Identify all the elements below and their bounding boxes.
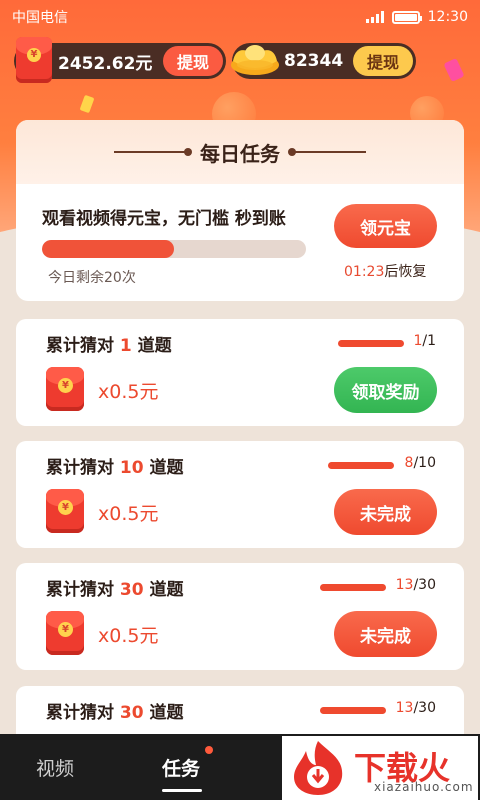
- carrier-name: 中国电信: [12, 10, 68, 26]
- task-card: 累计猜对 1 道题 1/1 ¥ x0.5元 领取奖励: [16, 319, 464, 426]
- task-reward: x0.5元: [98, 381, 159, 403]
- task-title: 累计猜对 30 道题: [46, 698, 184, 723]
- task-total-count: /1: [422, 333, 436, 349]
- task-total-count: /10: [413, 455, 436, 471]
- task-progress-bar: [320, 707, 386, 714]
- cooldown-timer: 01:23后恢复: [344, 261, 426, 281]
- task-title-suffix: 道题: [143, 703, 184, 723]
- task-title-prefix: 累计猜对: [46, 580, 120, 600]
- tab-video[interactable]: 视频: [36, 754, 74, 781]
- flame-logo-icon: [294, 741, 343, 795]
- cash-withdraw-button[interactable]: 提现: [162, 46, 223, 76]
- task-target-number: 10: [119, 458, 144, 478]
- task-title-suffix: 道题: [143, 458, 184, 478]
- task-title: 累计猜对 30 道题: [46, 575, 184, 600]
- task-title: 累计猜对 10 道题: [46, 453, 184, 478]
- task-reward: x0.5元: [98, 503, 159, 525]
- cash-amount: 2452.62元: [58, 53, 153, 74]
- task-progress-bar: [338, 340, 404, 347]
- task-card: 累计猜对 30 道题 13/30 ¥ x0.5元 未完成: [16, 563, 464, 670]
- task-card: 累计猜对 10 道题 8/10 ¥ x0.5元 未完成: [16, 441, 464, 548]
- cooldown-time: 01:23: [344, 264, 385, 280]
- task-target-number: 30: [119, 580, 144, 600]
- task-title-suffix: 道题: [131, 336, 172, 356]
- daily-progress-bar: [42, 240, 306, 258]
- gold-amount: 82344: [284, 51, 344, 71]
- incomplete-button[interactable]: 未完成: [334, 489, 437, 535]
- clock: 12:30: [427, 9, 468, 25]
- red-envelope-icon: ¥: [46, 367, 84, 411]
- daily-remaining-count: 今日剩余20次: [48, 270, 136, 286]
- section-title: 每日任务: [200, 141, 280, 166]
- task-total-count: /30: [413, 577, 436, 593]
- task-done-count: 13: [395, 700, 414, 716]
- daily-task-title: 观看视频得元宝，无门槛 秒到账: [42, 209, 286, 229]
- notification-dot: [205, 746, 213, 754]
- red-envelope-icon: ¥: [46, 611, 84, 655]
- daily-task-header: 每日任务: [16, 120, 464, 184]
- task-target-number: 30: [119, 703, 144, 723]
- task-progress-bar: [320, 584, 386, 591]
- yuan-coin-icon: ¥: [58, 500, 73, 515]
- daily-progress-fill: [42, 240, 174, 258]
- gold-withdraw-button[interactable]: 提现: [352, 46, 413, 76]
- task-progress-count: 13/30: [396, 577, 436, 593]
- task-title: 累计猜对 1 道题: [46, 331, 172, 356]
- daily-task-card: 每日任务 观看视频得元宝，无门槛 秒到账 今日剩余20次 领元宝 01:23后恢…: [16, 120, 464, 301]
- task-title-prefix: 累计猜对: [46, 336, 120, 356]
- task-progress-count: 13/30: [396, 700, 436, 716]
- task-done-count: 13: [395, 577, 414, 593]
- claim-ingot-button[interactable]: 领元宝: [334, 204, 437, 248]
- watermark-url: xiazaihuo.com: [374, 780, 474, 794]
- task-total-count: /30: [413, 700, 436, 716]
- status-bar: 中国电信 12:30: [0, 0, 480, 34]
- cash-balance: 2452.62元 提现: [14, 37, 226, 83]
- task-progress-count: 8/10: [405, 455, 436, 471]
- signal-icon: [365, 11, 384, 23]
- red-envelope-icon: [16, 37, 52, 83]
- gold-balance: 82344 提现: [231, 43, 416, 79]
- cooldown-suffix: 后恢复: [384, 264, 427, 280]
- task-progress-bar: [328, 462, 394, 469]
- task-reward: x0.5元: [98, 625, 159, 647]
- claim-reward-button[interactable]: 领取奖励: [334, 367, 437, 413]
- divider: [114, 148, 192, 156]
- yuan-coin-icon: ¥: [58, 622, 73, 637]
- task-title-prefix: 累计猜对: [46, 458, 120, 478]
- tab-tasks[interactable]: 任务: [162, 754, 200, 781]
- task-target-number: 1: [119, 336, 132, 356]
- active-tab-indicator: [162, 789, 202, 792]
- task-progress-count: 1/1: [413, 333, 436, 349]
- watermark-logo: 下载火 xiazaihuo.com: [282, 736, 478, 800]
- task-title-prefix: 累计猜对: [46, 703, 120, 723]
- task-title-suffix: 道题: [143, 580, 184, 600]
- battery-icon: [391, 10, 422, 24]
- yuan-coin-icon: ¥: [58, 378, 73, 393]
- divider: [288, 148, 366, 156]
- red-envelope-icon: ¥: [46, 489, 84, 533]
- incomplete-button[interactable]: 未完成: [334, 611, 437, 657]
- gold-ingot-icon: [231, 45, 279, 75]
